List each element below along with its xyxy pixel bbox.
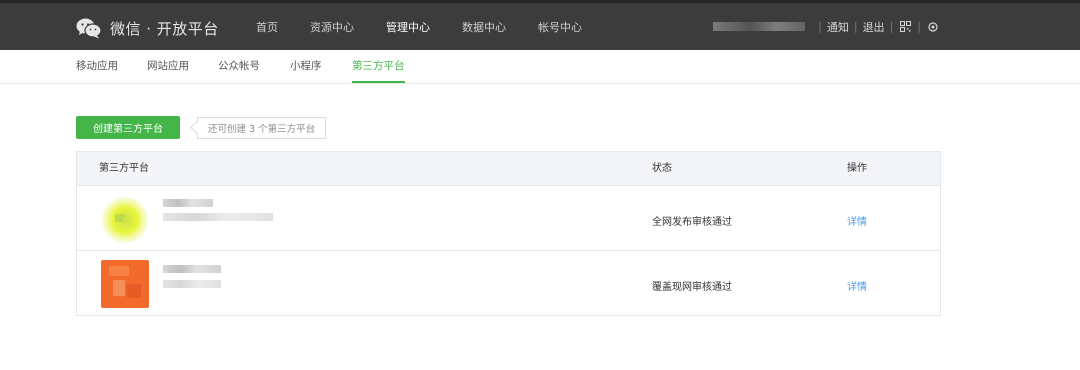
platform-name-blurred [163, 199, 213, 207]
divider: | [889, 20, 894, 33]
subnav-mini-programs[interactable]: 小程序 [290, 50, 322, 83]
divider: | [917, 20, 921, 33]
main-nav: 首页 资源中心 管理中心 数据中心 帐号中心 [256, 3, 614, 50]
subnav-website-apps[interactable]: 网站应用 [147, 50, 189, 83]
status-text: 覆盖现网审核通过 [652, 282, 732, 293]
platform-description-blurred [163, 280, 221, 288]
platform-description-blurred [163, 213, 273, 221]
nav-item-resources[interactable]: 资源中心 [310, 19, 354, 35]
column-header-platform: 第三方平台 [99, 163, 149, 174]
divider: | [853, 20, 858, 33]
remaining-quota-tip: 还可创建 3 个第三方平台 [197, 117, 327, 139]
nav-item-management[interactable]: 管理中心 [386, 19, 430, 35]
wechat-logo-icon [76, 18, 102, 39]
nav-item-account[interactable]: 帐号中心 [538, 19, 582, 35]
username-blurred[interactable] [713, 22, 806, 31]
subnav-official-accounts[interactable]: 公众帐号 [218, 50, 260, 83]
notify-link[interactable]: 通知 [827, 19, 849, 35]
create-third-party-platform-button[interactable]: 创建第三方平台 [76, 116, 180, 139]
divider: | [818, 20, 822, 33]
logout-link[interactable]: 退出 [863, 19, 885, 35]
status-text: 全网发布审核通过 [652, 217, 732, 228]
platform-avatar [101, 196, 149, 244]
column-header-status: 状态 [652, 163, 672, 174]
logo-text: 微信 · 开放平台 [110, 19, 219, 38]
sub-navigation: 移动应用 网站应用 公众帐号 小程序 第三方平台 [0, 50, 1080, 84]
top-navigation-bar: 微信 · 开放平台 首页 资源中心 管理中心 数据中心 帐号中心 | 通知 | … [0, 0, 1080, 50]
settings-icon[interactable] [926, 20, 940, 34]
detail-link[interactable]: 详情 [847, 278, 867, 293]
subnav-mobile-apps[interactable]: 移动应用 [76, 50, 118, 83]
platform-name-blurred [163, 265, 221, 273]
table-row: 全网发布审核通过 详情 [77, 185, 940, 251]
platform-table: 第三方平台 状态 操作 全网发布审核通过 详情 覆盖现网审核通过 详情 [76, 151, 941, 316]
wechat-logo[interactable]: 微信 · 开放平台 [76, 15, 219, 41]
detail-link[interactable]: 详情 [847, 213, 867, 228]
nav-item-home[interactable]: 首页 [256, 19, 278, 35]
table-row: 覆盖现网审核通过 详情 [77, 250, 940, 316]
table-header: 第三方平台 状态 操作 [77, 152, 940, 185]
subnav-third-party-platforms[interactable]: 第三方平台 [352, 50, 405, 83]
nav-item-data[interactable]: 数据中心 [462, 19, 506, 35]
platform-avatar [101, 260, 149, 308]
column-header-action: 操作 [847, 163, 867, 174]
user-area: | 通知 | 退出 | | [713, 3, 940, 50]
qr-code-icon[interactable] [898, 20, 912, 34]
